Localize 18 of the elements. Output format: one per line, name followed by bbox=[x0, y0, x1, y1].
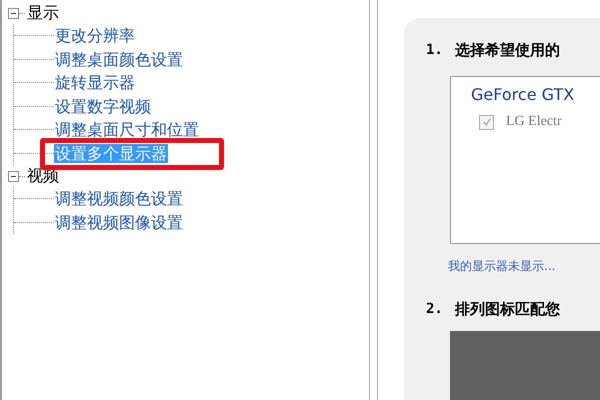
tree-category[interactable]: 显示 bbox=[27, 2, 59, 24]
tree-item[interactable]: 设置数字视频 bbox=[54, 96, 152, 116]
step-title: 选择希望使用的 bbox=[454, 40, 560, 60]
tree-item[interactable]: 调整桌面颜色设置 bbox=[54, 50, 184, 69]
missing-display-link[interactable]: 我的显示器未显示... bbox=[448, 258, 600, 275]
gpu-name: GeForce GTX bbox=[471, 85, 576, 104]
tree-item[interactable]: 调整桌面尺寸和位置 bbox=[54, 120, 200, 140]
collapse-icon[interactable] bbox=[8, 8, 19, 18]
collapse-icon[interactable] bbox=[8, 170, 19, 182]
tree-item[interactable]: 调整视频图像设置 bbox=[54, 212, 184, 232]
tree-item[interactable]: 旋转显示器 bbox=[54, 73, 136, 92]
tree-item[interactable]: 更改分辨率 bbox=[54, 26, 136, 46]
tree-item[interactable]: 调整视频颜色设置 bbox=[54, 189, 184, 208]
step-number: 1. bbox=[426, 42, 443, 58]
step-title: 排列图标匹配您 bbox=[454, 300, 560, 318]
step-number: 2. bbox=[426, 301, 443, 317]
display-name: LG Electr bbox=[506, 114, 562, 130]
checkmark-icon bbox=[482, 117, 492, 127]
